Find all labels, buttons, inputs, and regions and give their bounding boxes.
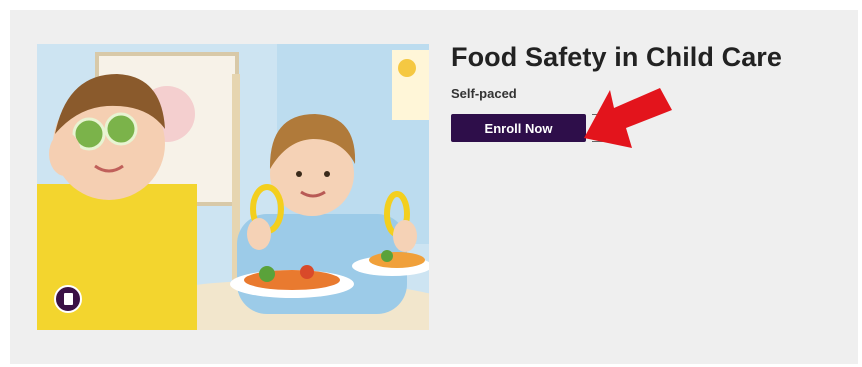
book-icon [63, 293, 73, 305]
enroll-now-button[interactable]: Enroll Now [451, 114, 586, 142]
course-pace: Self-paced [451, 86, 517, 101]
media-type-badge [54, 285, 82, 313]
course-image-illustration [37, 44, 429, 330]
course-title[interactable]: Food Safety in Child Care [451, 42, 782, 73]
red-arrow-icon [584, 88, 672, 148]
course-image[interactable] [37, 44, 429, 330]
